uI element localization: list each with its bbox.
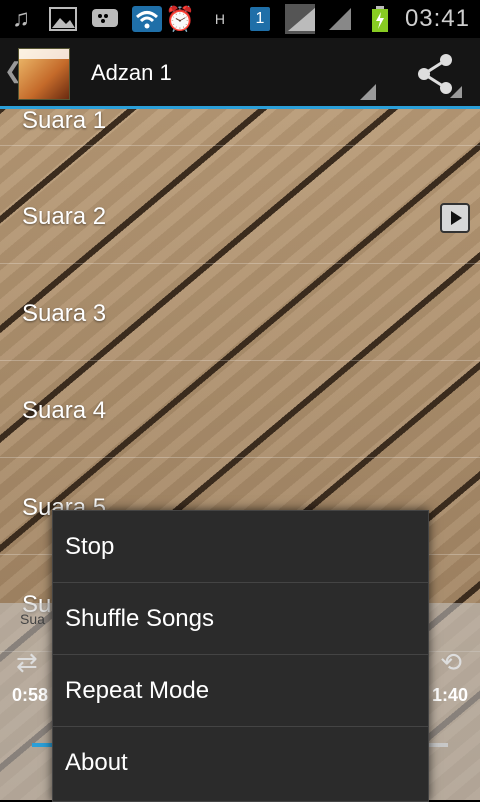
menu-item-shuffle-songs[interactable]: Shuffle Songs [53, 583, 428, 655]
bbm-icon [90, 4, 120, 34]
battery-charging-icon [365, 4, 395, 34]
alarm-icon: ⏰ [164, 5, 195, 33]
list-item[interactable]: Suara 4 [0, 361, 480, 458]
signal-bars-icon [325, 4, 355, 34]
clock: 03:41 [404, 5, 470, 32]
list-item[interactable]: Suara 3 [0, 264, 480, 361]
play-button[interactable] [440, 203, 470, 233]
action-bar: ❮ Adzan 1 [0, 38, 480, 109]
sim-badge-icon: 1 [245, 4, 275, 34]
album-art[interactable] [18, 48, 70, 100]
signal-icon [284, 4, 315, 34]
wifi-icon [132, 4, 162, 34]
menu-item-repeat-mode[interactable]: Repeat Mode [53, 655, 428, 727]
now-playing-label: Sua [20, 611, 45, 627]
share-more-indicator-icon [450, 86, 462, 98]
menu-item-about[interactable]: About [53, 727, 428, 799]
image-icon [48, 4, 78, 34]
play-icon [450, 211, 462, 225]
total-time: 1:40 [431, 685, 468, 705]
network-type-icon: H [214, 11, 225, 27]
repeat-icon[interactable]: ⟲ [440, 647, 462, 678]
list-item-label: Suara 4 [22, 397, 107, 424]
list-item[interactable]: Suara 1 [0, 109, 480, 146]
dropdown-indicator-icon[interactable] [360, 84, 376, 100]
list-item-label: Suara 2 [22, 203, 107, 230]
list-item[interactable]: Suara 2 [0, 167, 480, 264]
page-title[interactable]: Adzan 1 [91, 60, 172, 86]
list-item-label: Suara 1 [22, 109, 107, 134]
overflow-menu: Stop Shuffle Songs Repeat Mode About [52, 510, 429, 802]
elapsed-time: 0:58 [12, 685, 49, 705]
shuffle-icon[interactable]: ⇄ [16, 647, 38, 678]
music-note-icon: ♫ [12, 5, 30, 32]
list-item-label: Suara 3 [22, 300, 107, 327]
menu-item-stop[interactable]: Stop [53, 511, 428, 583]
status-bar: ♫ ⏰ H 1 03:41 [0, 0, 480, 38]
